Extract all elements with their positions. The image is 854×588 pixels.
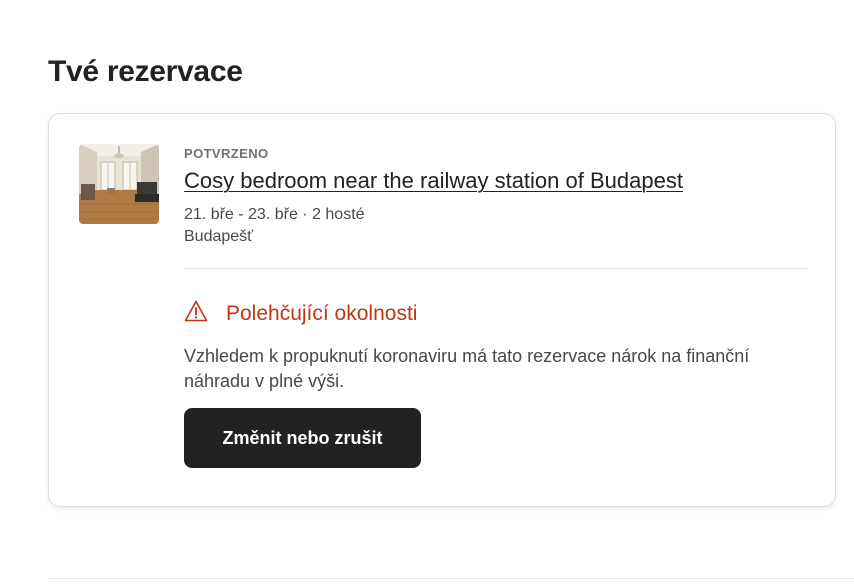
divider xyxy=(184,268,807,269)
listing-title-link[interactable]: Cosy bedroom near the railway station of… xyxy=(184,168,683,194)
listing-thumbnail[interactable] xyxy=(79,144,159,224)
notice-body: Vzhledem k propuknutí koronaviru má tato… xyxy=(184,346,750,391)
bottom-divider xyxy=(48,578,854,579)
reservation-status: POTVRZENO xyxy=(184,146,269,161)
page-title: Tvé rezervace xyxy=(48,55,243,88)
warning-icon xyxy=(184,300,208,322)
reservation-location: Budapešť xyxy=(184,228,254,245)
change-or-cancel-button[interactable]: Změnit nebo zrušit xyxy=(184,408,421,468)
reservation-dates: 21. bře - 23. bře · 2 hosté xyxy=(184,206,365,223)
reservation-card: POTVRZENO Cosy bedroom near the railway … xyxy=(48,113,836,507)
notice-title: Polehčující okolnosti xyxy=(226,302,418,325)
listing-photo xyxy=(79,144,159,224)
